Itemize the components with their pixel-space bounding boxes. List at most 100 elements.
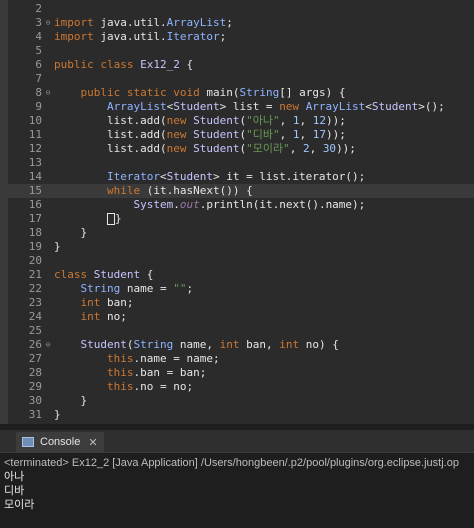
console-output[interactable]: <terminated> Ex12_2 [Java Application] /… (4, 456, 474, 512)
code-line[interactable]: 19} (0, 240, 474, 254)
code-line[interactable]: 25 (0, 324, 474, 338)
console-tab-bar: Console ✕ (0, 430, 474, 453)
code-editor[interactable]: 2 3 ⊖ import java.util.ArrayList; 4 import ja… (0, 0, 474, 424)
code-line[interactable]: 7 (0, 72, 474, 86)
code-line[interactable]: 12 list.add(new Student("모이라", 2, 30)); (0, 142, 474, 156)
line-number: 28 (28, 366, 42, 379)
line-number: 4 (35, 30, 42, 43)
code-text[interactable]: System.out.println(it.next().name); (54, 198, 365, 212)
console-panel: Console ✕ <terminated> Ex12_2 [Java Appl… (0, 430, 474, 528)
code-line[interactable]: 9 ArrayList<Student> list = new ArrayLis… (0, 100, 474, 114)
line-number: 2 (35, 2, 42, 15)
line-number: 20 (28, 254, 42, 267)
line-number: 3 (35, 16, 42, 29)
code-text[interactable]: } (54, 212, 122, 226)
code-line[interactable]: 11 list.add(new Student("디바", 1, 17)); (0, 128, 474, 142)
line-number: 24 (28, 310, 42, 323)
code-line[interactable]: 16 System.out.println(it.next().name); (0, 198, 474, 212)
line-number: 6 (35, 58, 42, 71)
code-line[interactable]: 14 Iterator<Student> it = list.iterator(… (0, 170, 474, 184)
code-line[interactable]: 2 (0, 2, 474, 16)
line-number: 18 (28, 226, 42, 239)
line-number: 9 (35, 100, 42, 113)
line-number: 14 (28, 170, 42, 183)
line-number: 5 (35, 44, 42, 57)
text-caret (106, 213, 115, 225)
code-text[interactable]: public static void main(String[] args) { (54, 86, 346, 100)
code-text[interactable]: this.ban = ban; (54, 366, 206, 380)
line-number: 12 (28, 142, 42, 155)
line-number: 19 (28, 240, 42, 253)
code-line[interactable]: 29 this.no = no; (0, 380, 474, 394)
line-number: 17 (28, 212, 42, 225)
line-number: 16 (28, 198, 42, 211)
line-number: 11 (28, 128, 42, 141)
code-text[interactable]: int no; (54, 310, 127, 324)
code-line[interactable]: 17 } (0, 212, 474, 226)
fold-toggle-icon[interactable]: ⊖ (44, 89, 52, 97)
code-text[interactable]: list.add(new Student("디바", 1, 17)); (54, 128, 346, 142)
code-line[interactable]: 20 (0, 254, 474, 268)
code-text[interactable]: import java.util.Iterator; (54, 30, 226, 44)
code-line[interactable]: 8 ⊖ public static void main(String[] args… (0, 86, 474, 100)
line-number: 7 (35, 72, 42, 85)
code-text[interactable]: String name = ""; (54, 282, 194, 296)
code-line[interactable]: 10 list.add(new Student("아나", 1, 12)); (0, 114, 474, 128)
code-text[interactable]: } (54, 394, 87, 408)
code-line[interactable]: 21 class Student { (0, 268, 474, 282)
close-icon[interactable]: ✕ (88, 436, 97, 449)
code-text[interactable]: while (it.hasNext()) { (54, 184, 253, 198)
code-text[interactable]: ArrayList<Student> list = new ArrayList<… (54, 100, 445, 114)
code-text[interactable]: Student(String name, int ban, int no) { (54, 338, 339, 352)
line-number: 8 (35, 86, 42, 99)
fold-toggle-icon[interactable]: ⊖ (44, 341, 52, 349)
line-number: 25 (28, 324, 42, 337)
code-text[interactable]: } (54, 408, 61, 422)
code-line[interactable]: 4 import java.util.Iterator; (0, 30, 474, 44)
console-line: 디바 (4, 485, 25, 497)
code-text[interactable]: class Student { (54, 268, 153, 282)
code-line[interactable]: 28 this.ban = ban; (0, 366, 474, 380)
code-text[interactable]: int ban; (54, 296, 134, 310)
line-number: 10 (28, 114, 42, 127)
code-text[interactable]: public class Ex12_2 { (54, 58, 193, 72)
console-line: 모이라 (4, 499, 35, 511)
line-number: 21 (28, 268, 42, 281)
line-number: 23 (28, 296, 42, 309)
code-line[interactable]: 13 (0, 156, 474, 170)
code-text[interactable]: this.no = no; (54, 380, 193, 394)
code-line[interactable]: 22 String name = ""; (0, 282, 474, 296)
code-text[interactable]: list.add(new Student("모이라", 2, 30)); (54, 142, 356, 156)
code-text[interactable]: import java.util.ArrayList; (54, 16, 233, 30)
code-line[interactable]: 6 public class Ex12_2 { (0, 58, 474, 72)
code-line[interactable]: 23 int ban; (0, 296, 474, 310)
console-tab-label: Console (40, 436, 81, 448)
code-line[interactable]: 26 ⊖ Student(String name, int ban, int no… (0, 338, 474, 352)
code-line[interactable]: 3 ⊖ import java.util.ArrayList; (0, 16, 474, 30)
code-text[interactable]: Iterator<Student> it = list.iterator(); (54, 170, 365, 184)
line-number: 30 (28, 394, 42, 407)
line-number: 15 (28, 184, 42, 197)
code-text[interactable]: list.add(new Student("아나", 1, 12)); (54, 114, 346, 128)
code-line[interactable]: 15 while (it.hasNext()) { (0, 184, 474, 198)
line-number: 29 (28, 380, 42, 393)
code-text[interactable]: } (54, 240, 61, 254)
line-number: 13 (28, 156, 42, 169)
tab-console[interactable]: Console ✕ (16, 432, 104, 452)
console-status: <terminated> Ex12_2 [Java Application] /… (4, 457, 459, 469)
line-number: 26 (28, 338, 42, 351)
code-line[interactable]: 18 } (0, 226, 474, 240)
fold-toggle-icon[interactable]: ⊖ (44, 19, 52, 27)
code-text[interactable]: this.name = name; (54, 352, 220, 366)
line-number: 31 (28, 408, 42, 421)
code-line[interactable]: 30 } (0, 394, 474, 408)
console-icon (22, 437, 34, 447)
code-line[interactable]: 5 (0, 44, 474, 58)
code-line[interactable]: 27 this.name = name; (0, 352, 474, 366)
code-line[interactable]: 31} (0, 408, 474, 422)
line-number: 27 (28, 352, 42, 365)
code-line[interactable]: 24 int no; (0, 310, 474, 324)
line-number: 22 (28, 282, 42, 295)
code-text[interactable]: } (54, 226, 87, 240)
console-line: 아나 (4, 471, 25, 483)
